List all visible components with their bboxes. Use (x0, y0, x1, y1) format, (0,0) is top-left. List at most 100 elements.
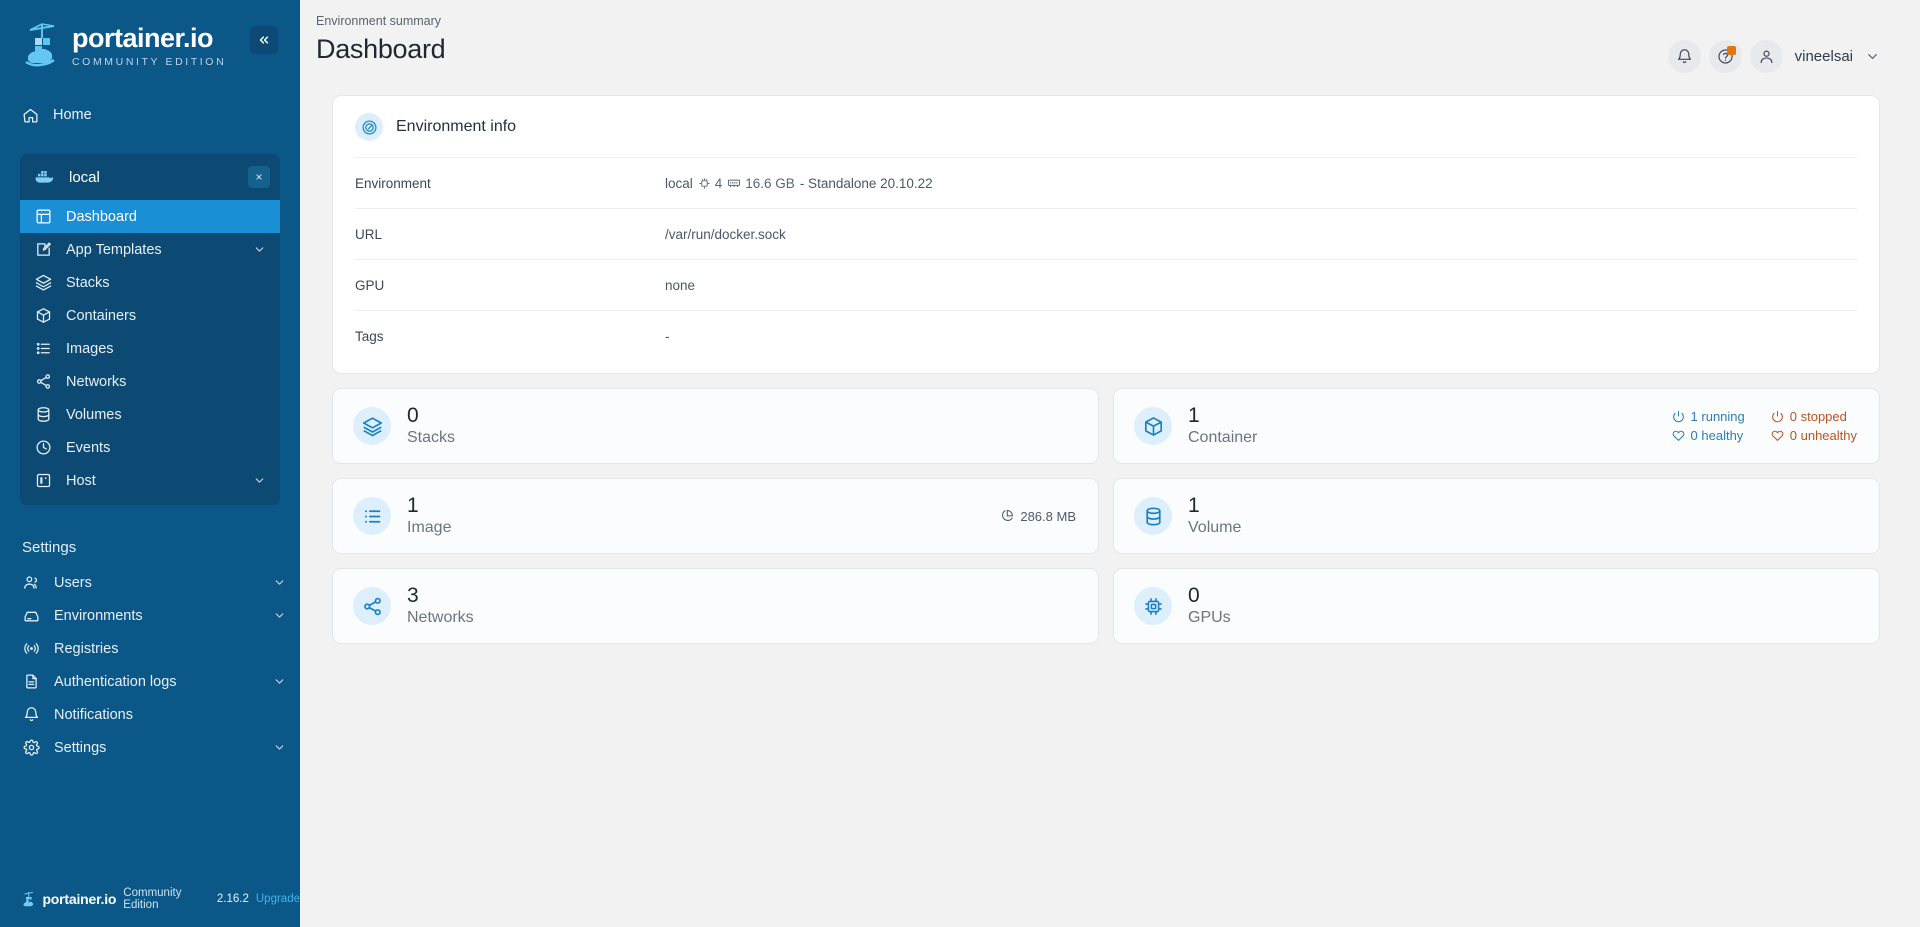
sidebar: portainer.io COMMUNITY EDITION Home (0, 0, 300, 927)
footer-upgrade-link[interactable]: Upgrade (256, 893, 300, 905)
sidebar-item-dashboard-label: Dashboard (66, 209, 266, 225)
bell-icon (1676, 48, 1693, 65)
sidebar-item-images-label: Images (66, 341, 266, 357)
stat-card-networks[interactable]: 3 Networks (332, 568, 1099, 644)
sidebar-item-volumes[interactable]: Volumes (20, 398, 280, 431)
app-root: portainer.io COMMUNITY EDITION Home (0, 0, 1920, 927)
sidebar-item-host[interactable]: Host (20, 464, 280, 497)
stat-card-text: 1 Image (407, 495, 451, 537)
sidebar-item-containers[interactable]: Containers (20, 299, 280, 332)
environment-name: local (69, 169, 235, 186)
docker-whale-icon (34, 169, 56, 185)
chevron-down-icon (273, 675, 286, 688)
sidebar-item-registries[interactable]: Registries (0, 632, 300, 665)
sidebar-item-stacks[interactable]: Stacks (20, 266, 280, 299)
sidebar-item-images[interactable]: Images (20, 332, 280, 365)
image-size: 286.8 MB (1020, 509, 1076, 524)
chevrons-left-icon (257, 33, 271, 47)
user-menu-button[interactable] (1865, 49, 1880, 64)
topbar: Environment summary Dashboard (300, 0, 1920, 73)
chevron-down-icon (273, 576, 286, 589)
stat-card-text: 1 Volume (1188, 495, 1241, 537)
sidebar-item-users-label: Users (54, 575, 259, 591)
stat-card-volume[interactable]: 1 Volume (1113, 478, 1880, 554)
sidebar-item-environments-label: Environments (54, 608, 259, 624)
chevron-down-icon (273, 741, 286, 754)
chevron-down-icon (273, 609, 286, 622)
notifications-button[interactable] (1668, 40, 1701, 73)
status-stopped: 0 stopped (1771, 409, 1857, 424)
environment-value: local (665, 176, 693, 191)
sidebar-item-settings-label: Settings (54, 740, 259, 756)
stat-label: Container (1188, 429, 1257, 447)
environment-suffix: - Standalone 20.10.22 (800, 176, 933, 191)
sidebar-item-events[interactable]: Events (20, 431, 280, 464)
pie-chart-icon (1000, 509, 1014, 523)
stat-card-stacks[interactable]: 0 Stacks (332, 388, 1099, 464)
sidebar-collapse-button[interactable] (250, 26, 278, 54)
brand-name: portainer.io (72, 25, 226, 52)
stat-card-container[interactable]: 1 Container 1 running (1113, 388, 1880, 464)
box-icon (34, 307, 52, 324)
stat-count: 1 (407, 495, 451, 517)
user-avatar[interactable] (1750, 40, 1783, 73)
stat-card-image[interactable]: 1 Image 286.8 MB (332, 478, 1099, 554)
info-label: GPU (355, 278, 665, 293)
cpu-icon (1134, 587, 1172, 625)
share-icon (34, 373, 52, 390)
clock-icon (34, 439, 52, 456)
info-label: URL (355, 227, 665, 242)
help-button[interactable] (1709, 40, 1742, 73)
database-icon (1134, 497, 1172, 535)
stat-label: Volume (1188, 519, 1241, 537)
cpu-chip: 4 (698, 176, 723, 191)
user-name: vineelsai (1795, 48, 1853, 65)
memory-icon (727, 176, 741, 190)
sidebar-item-home-label: Home (53, 107, 92, 123)
status-unhealthy-text: 0 unhealthy (1790, 428, 1857, 443)
sidebar-item-settings[interactable]: Settings (0, 731, 300, 764)
image-size-chip: 286.8 MB (1000, 509, 1076, 524)
sidebar-item-authentication-logs-label: Authentication logs (54, 674, 259, 690)
sidebar-item-volumes-label: Volumes (66, 407, 266, 423)
info-value: none (665, 278, 695, 293)
home-icon (22, 107, 39, 124)
sidebar-item-networks[interactable]: Networks (20, 365, 280, 398)
stat-card-text: 3 Networks (407, 585, 474, 627)
stat-card-text: 0 GPUs (1188, 585, 1231, 627)
info-row-environment: Environment local 4 16.6 GB - Sta (355, 157, 1857, 208)
status-healthy: 0 healthy (1672, 428, 1745, 443)
settings-nav-list: Users Environments Registries (0, 566, 300, 764)
status-healthy-text: 0 healthy (1691, 428, 1744, 443)
info-value: local 4 16.6 GB - Standalone 20.10.22 (665, 176, 933, 191)
stat-card-gpus[interactable]: 0 GPUs (1113, 568, 1880, 644)
help-badge (1727, 46, 1736, 55)
footer-version: 2.16.2 (217, 893, 249, 905)
environment-selector[interactable]: local × (20, 154, 280, 200)
layers-icon (34, 274, 52, 291)
environment-icon (22, 607, 40, 624)
stat-count: 0 (407, 405, 455, 427)
dashboard-content: Environment info Environment local 4 (300, 73, 1920, 644)
database-icon (34, 406, 52, 423)
brand: portainer.io COMMUNITY EDITION (22, 22, 226, 70)
gauge-icon (355, 113, 383, 141)
sidebar-item-users[interactable]: Users (0, 566, 300, 599)
info-row-tags: Tags - (355, 310, 1857, 361)
sidebar-item-app-templates[interactable]: App Templates (20, 233, 280, 266)
brand-text: portainer.io COMMUNITY EDITION (72, 25, 226, 68)
sidebar-item-dashboard[interactable]: Dashboard (20, 200, 280, 233)
sidebar-item-networks-label: Networks (66, 374, 266, 390)
sidebar-item-environments[interactable]: Environments (0, 599, 300, 632)
heart-icon (1771, 429, 1784, 442)
sidebar-item-notifications[interactable]: Notifications (0, 698, 300, 731)
bell-icon (22, 706, 40, 723)
sidebar-item-home[interactable]: Home (0, 98, 300, 132)
layers-icon (353, 407, 391, 445)
stat-count: 0 (1188, 585, 1231, 607)
environment-block: local × Dashboard App Templates (20, 154, 280, 505)
status-running: 1 running (1672, 409, 1745, 424)
environment-close-button[interactable]: × (248, 166, 270, 188)
sidebar-item-authentication-logs[interactable]: Authentication logs (0, 665, 300, 698)
share-icon (353, 587, 391, 625)
